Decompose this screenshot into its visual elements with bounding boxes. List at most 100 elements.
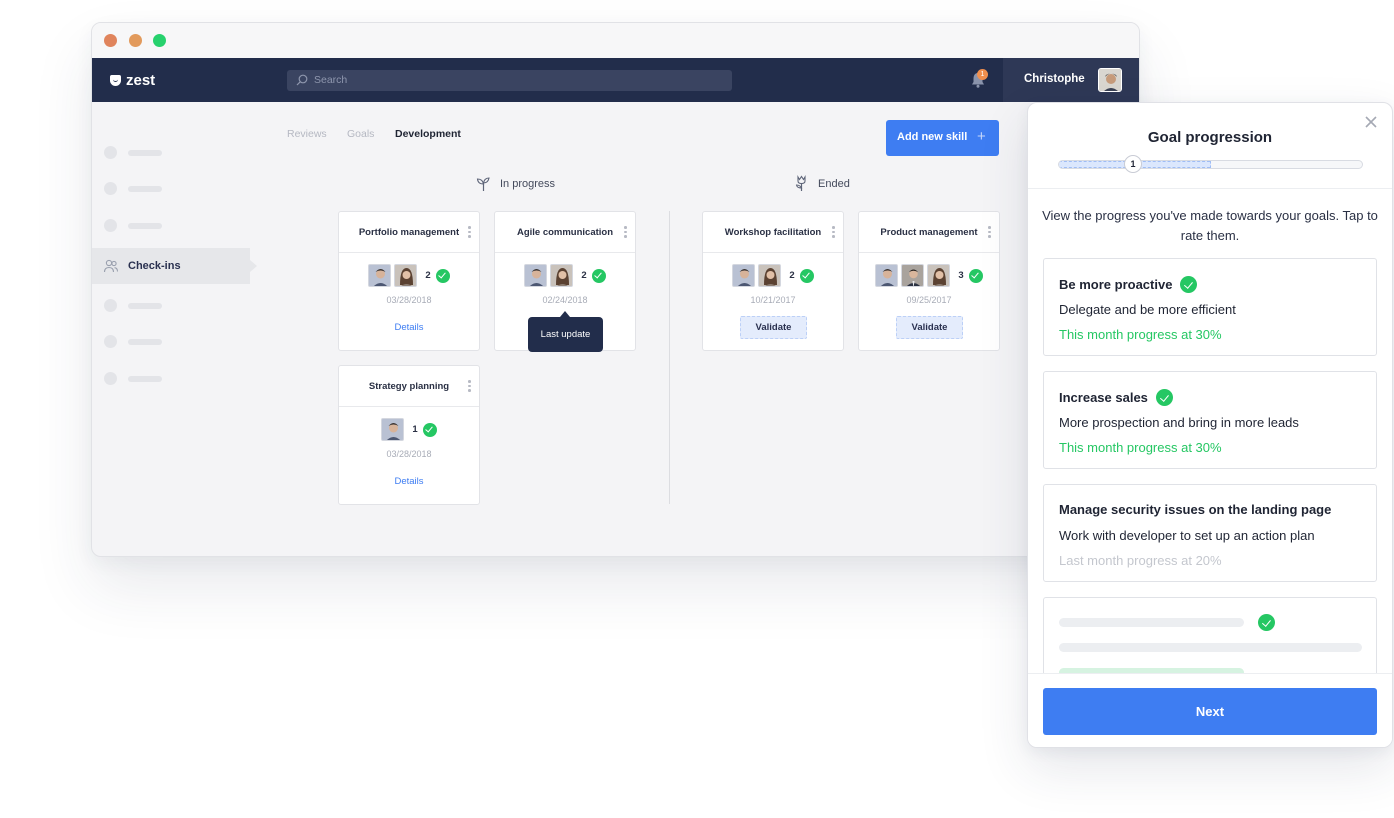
card-header: Portfolio management <box>339 212 479 253</box>
participants: 2 <box>495 264 635 287</box>
sidebar-placeholder-line <box>128 376 162 382</box>
sidebar-placeholder-icon <box>104 182 117 195</box>
sidebar-placeholder-icon <box>104 146 117 159</box>
avatar <box>758 264 782 287</box>
check-icon <box>1155 389 1173 406</box>
notification-badge: 1 <box>977 69 988 80</box>
check-icon <box>1258 614 1275 631</box>
goal-title: Be more proactive <box>1059 277 1173 292</box>
progress-step-indicator: 1 <box>1124 155 1142 173</box>
panel-header: Goal progression 1 <box>1028 103 1392 189</box>
card-title: Product management <box>880 227 978 238</box>
participant-count: 2 <box>425 270 431 281</box>
skill-card-workshop-facilitation[interactable]: Workshop facilitation 2 10/21/2017 Valid… <box>702 211 844 351</box>
sidebar-placeholder-line <box>128 339 162 345</box>
goal-title: Increase sales <box>1059 390 1148 405</box>
participants: 1 <box>339 418 479 441</box>
more-vertical-icon[interactable] <box>624 226 627 239</box>
more-vertical-icon[interactable] <box>468 380 471 393</box>
card-title: Agile communication <box>516 227 614 238</box>
plus-icon: + <box>977 128 986 145</box>
goal-title-row: Be more proactive <box>1059 276 1198 293</box>
sidebar-placeholder-icon <box>104 299 117 312</box>
goal-title-row: Manage security issues on the landing pa… <box>1059 502 1331 517</box>
details-link[interactable]: Details <box>339 476 479 487</box>
window-close-button[interactable] <box>104 34 117 47</box>
goal-progress-text: Last month progress at 20% <box>1059 553 1222 568</box>
next-button[interactable]: Next <box>1043 688 1377 735</box>
add-new-skill-button[interactable]: Add new skill + <box>886 120 999 156</box>
avatar <box>368 264 392 287</box>
goal-card-be-more-proactive[interactable]: Be more proactive Delegate and be more e… <box>1043 258 1377 356</box>
search-input[interactable]: Search <box>287 70 732 91</box>
check-icon <box>799 268 814 283</box>
last-update-tooltip: Last update <box>528 311 603 352</box>
goal-progression-panel: Goal progression 1 View the progress you… <box>1027 102 1393 748</box>
check-icon <box>968 268 983 283</box>
placeholder-line <box>1059 618 1244 627</box>
flower-icon <box>795 175 806 191</box>
goal-card-increase-sales[interactable]: Increase sales More prospection and brin… <box>1043 371 1377 469</box>
search-placeholder: Search <box>314 74 348 86</box>
sidebar-placeholder-line <box>128 150 162 156</box>
user-menu[interactable]: Christophe <box>1003 58 1139 102</box>
panel-title: Goal progression <box>1147 129 1273 146</box>
panel-footer: Next <box>1028 673 1392 747</box>
goal-description: Work with developer to set up an action … <box>1059 528 1315 543</box>
more-vertical-icon[interactable] <box>988 226 991 239</box>
tab-reviews[interactable]: Reviews <box>287 128 327 140</box>
check-icon <box>591 268 606 283</box>
participant-count: 1 <box>412 424 418 435</box>
card-title: Portfolio management <box>358 227 460 238</box>
add-new-skill-label: Add new skill <box>897 131 968 143</box>
sidebar-item-check-ins[interactable]: Check-ins <box>92 248 257 284</box>
more-vertical-icon[interactable] <box>832 226 835 239</box>
card-title: Workshop facilitation <box>724 227 822 238</box>
panel-intro-text: View the progress you've made towards yo… <box>1042 208 1378 243</box>
sidebar-item-label: Check-ins <box>128 260 181 272</box>
column-heading-in-progress: In progress <box>475 175 555 192</box>
person-photo-icon <box>1099 69 1121 91</box>
card-header: Workshop facilitation <box>703 212 843 253</box>
logo-text: zest <box>126 71 156 89</box>
skill-card-strategy-planning[interactable]: Strategy planning 1 03/28/2018 Details <box>338 365 480 505</box>
sidebar-placeholder-line <box>128 303 162 309</box>
placeholder-line <box>1059 643 1362 652</box>
app-window: zest Search 1 Christophe Check-ins Revie… <box>91 22 1140 557</box>
goal-card-manage-security-issues[interactable]: Manage security issues on the landing pa… <box>1043 484 1377 582</box>
more-vertical-icon[interactable] <box>468 226 471 239</box>
close-icon[interactable] <box>1364 115 1378 129</box>
check-icon <box>435 268 450 283</box>
check-icon <box>422 422 437 437</box>
skill-card-portfolio-management[interactable]: Portfolio management 2 03/28/2018 Detail… <box>338 211 480 351</box>
window-minimize-button[interactable] <box>129 34 142 47</box>
validate-button[interactable]: Validate <box>740 316 807 339</box>
avatar <box>550 264 574 287</box>
participant-count: 2 <box>581 270 587 281</box>
participants: 3 <box>859 264 999 287</box>
avatar <box>901 264 925 287</box>
card-date: 10/21/2017 <box>750 295 796 305</box>
skill-card-product-management[interactable]: Product management 3 09/25/2017 Validate <box>858 211 1000 351</box>
logo-icon <box>110 74 121 86</box>
goal-progress-bar <box>1058 160 1363 169</box>
card-date: 02/24/2018 <box>542 295 588 305</box>
details-link[interactable]: Details <box>339 322 479 333</box>
sprout-icon <box>476 177 490 191</box>
user-avatar[interactable] <box>1098 68 1122 92</box>
participants: 2 <box>703 264 843 287</box>
users-icon <box>103 259 119 273</box>
sidebar-placeholder-icon <box>104 219 117 232</box>
goal-progress-text: This month progress at 30% <box>1059 327 1222 342</box>
tab-goals[interactable]: Goals <box>347 128 374 140</box>
window-maximize-button[interactable] <box>153 34 166 47</box>
validate-button[interactable]: Validate <box>896 316 963 339</box>
goal-progress-text: This month progress at 30% <box>1059 440 1222 455</box>
check-icon <box>1180 276 1198 293</box>
top-navbar: zest Search 1 Christophe <box>92 58 1139 102</box>
avatar <box>875 264 899 287</box>
card-date: 03/28/2018 <box>386 295 432 305</box>
card-date: 09/25/2017 <box>906 295 952 305</box>
zest-logo[interactable]: zest <box>110 70 155 90</box>
tab-development[interactable]: Development <box>395 128 461 140</box>
